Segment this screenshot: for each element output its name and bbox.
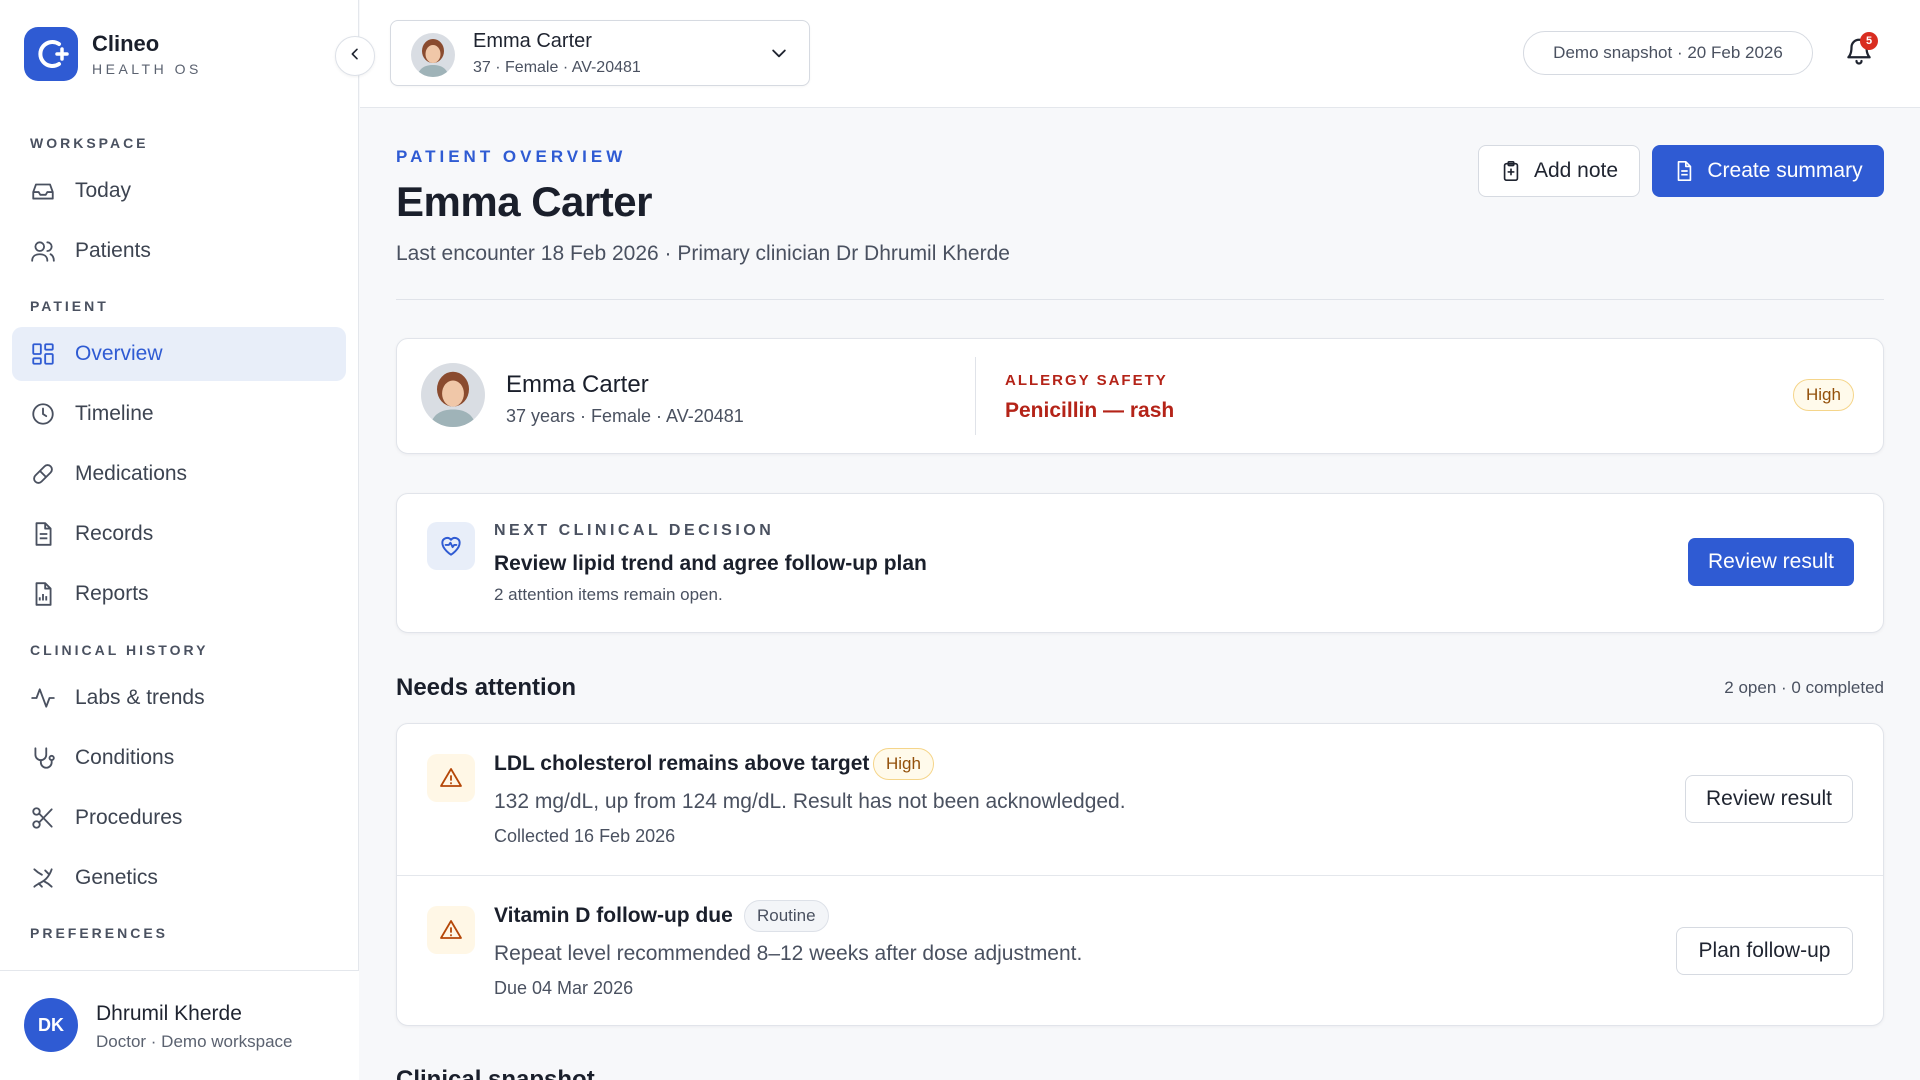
- activity-icon: [30, 685, 56, 711]
- attention-title: LDL cholesterol remains above target: [494, 752, 870, 775]
- sidebar-item-conditions[interactable]: Conditions: [12, 731, 346, 785]
- section-heading-needs-attention: Needs attention: [396, 674, 577, 701]
- pill-icon: [30, 461, 56, 487]
- document-icon: [1673, 160, 1695, 182]
- attention-title: Vitamin D follow-up due: [494, 904, 733, 927]
- sidebar-item-genetics[interactable]: Genetics: [12, 851, 346, 905]
- sidebar-item-label: Conditions: [75, 746, 175, 769]
- sidebar-item-patients[interactable]: Patients: [12, 224, 346, 278]
- sidebar-item-label: Timeline: [75, 402, 154, 425]
- chevron-down-icon: [769, 43, 789, 68]
- patient-selector[interactable]: Emma Carter 37 · Female · AV-20481: [390, 20, 810, 86]
- patient-selector-name: Emma Carter: [473, 30, 592, 52]
- sidebar-item-procedures[interactable]: Procedures: [12, 791, 346, 845]
- sidebar-item-today[interactable]: Today: [12, 164, 346, 218]
- sidebar-item-medications[interactable]: Medications: [12, 447, 346, 501]
- attention-date: Collected 16 Feb 2026: [494, 826, 676, 846]
- page-subtitle: Last encounter 18 Feb 2026 · Primary cli…: [396, 242, 1010, 265]
- top-bar: Emma Carter 37 · Female · AV-20481 Demo …: [360, 0, 1920, 108]
- demo-snapshot-badge: Demo snapshot · 20 Feb 2026: [1523, 31, 1813, 75]
- dna-icon: [30, 865, 56, 891]
- sidebar: Clineo HEALTH OS WORKSPACE Today Patient…: [0, 0, 359, 1080]
- divider: [396, 299, 1884, 300]
- page-title: Emma Carter: [396, 178, 652, 225]
- page-eyebrow: PATIENT OVERVIEW: [396, 147, 627, 166]
- clipboard-plus-icon: [1500, 160, 1522, 182]
- decision-label: NEXT CLINICAL DECISION: [494, 522, 775, 539]
- patient-avatar: [411, 33, 455, 77]
- section-heading-clinical-snapshot: Clinical snapshot: [396, 1066, 595, 1080]
- list-item: Vitamin D follow-up due Routine Repeat l…: [397, 875, 1883, 1025]
- priority-badge: Routine: [744, 900, 829, 932]
- review-result-button[interactable]: Review result: [1688, 538, 1854, 586]
- report-icon: [30, 581, 56, 607]
- warning-icon: [427, 754, 475, 802]
- plan-follow-up-button[interactable]: Plan follow-up: [1676, 927, 1853, 975]
- attention-description: 132 mg/dL, up from 124 mg/dL. Result has…: [494, 790, 1126, 813]
- user-role: Doctor · Demo workspace: [96, 1032, 293, 1051]
- clineo-logo-icon: [24, 27, 78, 81]
- decision-subtitle: 2 attention items remain open.: [494, 585, 723, 604]
- patient-avatar: [421, 363, 485, 427]
- add-note-button[interactable]: Add note: [1478, 145, 1640, 197]
- grid-icon: [30, 341, 56, 367]
- heart-pulse-icon: [427, 522, 475, 570]
- list-item: LDL cholesterol remains above target Hig…: [397, 724, 1883, 874]
- nav-section-patient: PATIENT: [30, 298, 109, 314]
- allergy-value: Penicillin — rash: [1005, 399, 1175, 422]
- create-summary-button[interactable]: Create summary: [1652, 145, 1884, 197]
- scissors-icon: [30, 805, 56, 831]
- divider: [975, 357, 976, 435]
- allergy-label: ALLERGY SAFETY: [1005, 372, 1168, 389]
- nav-section-clinical-history: CLINICAL HISTORY: [30, 642, 209, 658]
- sidebar-item-label: Reports: [75, 582, 149, 605]
- sidebar-item-label: Overview: [75, 342, 163, 365]
- brand[interactable]: Clineo HEALTH OS: [24, 27, 202, 81]
- attention-date: Due 04 Mar 2026: [494, 978, 634, 998]
- review-result-button[interactable]: Review result: [1685, 775, 1853, 823]
- inbox-icon: [30, 178, 56, 204]
- patient-meta: 37 years · Female · AV-20481: [506, 406, 744, 426]
- brand-name: Clineo: [92, 31, 160, 56]
- next-decision-card: NEXT CLINICAL DECISION Review lipid tren…: [396, 493, 1884, 633]
- user-name: Dhrumil Kherde: [96, 1002, 242, 1025]
- collapse-sidebar-button[interactable]: [335, 36, 375, 76]
- brand-subtitle: HEALTH OS: [92, 61, 202, 77]
- sidebar-item-labs-trends[interactable]: Labs & trends: [12, 671, 346, 725]
- sidebar-item-records[interactable]: Records: [12, 507, 346, 561]
- attention-summary: 2 open · 0 completed: [1724, 678, 1884, 697]
- sidebar-item-label: Medications: [75, 462, 188, 485]
- stethoscope-icon: [30, 745, 56, 771]
- sidebar-item-label: Labs & trends: [75, 686, 205, 709]
- nav-section-workspace: WORKSPACE: [30, 135, 149, 151]
- sidebar-item-label: Procedures: [75, 806, 183, 829]
- patient-summary-card: Emma Carter 37 years · Female · AV-20481…: [396, 338, 1884, 454]
- sidebar-item-label: Genetics: [75, 866, 158, 889]
- sidebar-item-timeline[interactable]: Timeline: [12, 387, 346, 441]
- sidebar-item-label: Records: [75, 522, 154, 545]
- warning-icon: [427, 906, 475, 954]
- sidebar-item-overview[interactable]: Overview: [12, 327, 346, 381]
- document-icon: [30, 521, 56, 547]
- users-icon: [30, 238, 56, 264]
- user-profile[interactable]: DK Dhrumil Kherde Doctor · Demo workspac…: [0, 970, 359, 1080]
- create-summary-label: Create summary: [1707, 159, 1863, 182]
- sidebar-item-label: Patients: [75, 239, 151, 262]
- sidebar-item-reports[interactable]: Reports: [12, 567, 346, 621]
- attention-description: Repeat level recommended 8–12 weeks afte…: [494, 942, 1083, 965]
- chevron-left-icon: [347, 46, 363, 67]
- priority-badge: High: [873, 748, 934, 780]
- add-note-label: Add note: [1533, 159, 1619, 182]
- decision-title: Review lipid trend and agree follow-up p…: [494, 552, 927, 575]
- sidebar-item-label: Today: [75, 179, 132, 202]
- severity-badge: High: [1793, 379, 1854, 411]
- clock-icon: [30, 401, 56, 427]
- attention-list: LDL cholesterol remains above target Hig…: [396, 723, 1884, 1026]
- notification-badge: 5: [1860, 32, 1878, 50]
- patient-name: Emma Carter: [506, 371, 649, 398]
- patient-selector-meta: 37 · Female · AV-20481: [473, 59, 641, 76]
- nav-section-preferences: PREFERENCES: [30, 925, 169, 941]
- avatar: DK: [24, 998, 78, 1052]
